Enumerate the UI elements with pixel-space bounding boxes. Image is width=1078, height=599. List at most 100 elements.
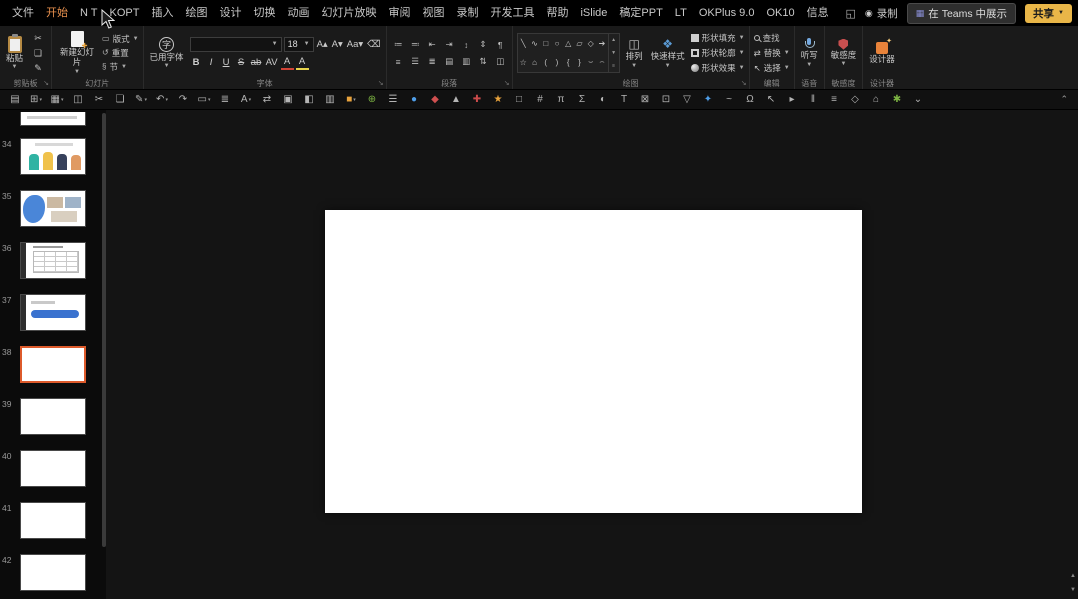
character-spacing-button[interactable]: AV (265, 56, 279, 70)
qat-icon-16[interactable]: ▥ (320, 92, 340, 108)
menu-tab[interactable]: 插入 (145, 0, 179, 26)
section-button[interactable]: § 节 ▼ (102, 61, 139, 73)
format-painter-button[interactable]: ✎ (29, 62, 47, 75)
paragraph-button[interactable]: ↕ (459, 38, 474, 51)
strikethrough-button[interactable]: S (235, 56, 248, 70)
qat-icon-35[interactable]: ~ (719, 92, 739, 108)
qat-icon-38[interactable]: ▸ (782, 92, 802, 108)
sensitivity-button[interactable]: 敏感度 ▼ (829, 29, 859, 77)
slide-thumbnail-40[interactable] (20, 450, 86, 487)
qat-icon-11[interactable]: ≣ (215, 92, 235, 108)
qat-icon-6[interactable]: ❏ (110, 92, 130, 108)
qat-icon-31[interactable]: ⊠ (635, 92, 655, 108)
shape-cell-13[interactable]: { (567, 58, 570, 67)
shape-cell-16[interactable]: ⌢ (599, 57, 604, 67)
shape-cell-6[interactable]: ▱ (576, 39, 582, 48)
menu-tab[interactable]: 帮助 (540, 0, 574, 26)
menu-tab[interactable]: 视图 (416, 0, 450, 26)
menu-tab[interactable]: 设计 (213, 0, 247, 26)
shape-gallery-more-icon[interactable]: ≡ (612, 63, 615, 69)
paragraph-button[interactable]: ≔ (391, 38, 406, 51)
paragraph-button[interactable]: ⇕ (476, 38, 491, 51)
slide-thumbnail-42[interactable] (20, 554, 86, 591)
qat-icon-14[interactable]: ▣ (278, 92, 298, 108)
slide-thumbnail-34[interactable] (20, 138, 86, 175)
menu-tab[interactable]: iSlide (574, 0, 613, 26)
slide-thumbnail-41[interactable] (20, 502, 86, 539)
copy-button[interactable]: ❏ (29, 47, 47, 60)
qat-icon-9[interactable]: ↷ (173, 92, 193, 108)
qat-icon-10[interactable]: ▭ ▾ (194, 92, 214, 108)
strikethrough-ab-button[interactable]: ab (250, 56, 263, 70)
share-button[interactable]: 共享 ▼ (1025, 3, 1072, 23)
menu-tab[interactable]: 切换 (247, 0, 281, 26)
shape-gallery-scrollbar[interactable]: ▲ ▼ ≡ (608, 33, 620, 73)
underline-button[interactable]: U (220, 56, 233, 70)
menu-tab[interactable]: OK10 (760, 0, 800, 26)
shape-cell-10[interactable]: ⌂ (532, 58, 537, 67)
qat-icon-34[interactable]: ✦ (698, 92, 718, 108)
shape-scroll-up-icon[interactable]: ▲ (611, 37, 616, 43)
qat-icon-27[interactable]: π (551, 92, 571, 108)
previous-slide-icon[interactable]: ▲ (1070, 573, 1076, 579)
shape-cell-11[interactable]: ( (544, 58, 547, 67)
shrink-font-button[interactable]: A▾ (331, 37, 344, 51)
qat-icon-3[interactable]: ▦ ▾ (47, 92, 67, 108)
quick-styles-button[interactable]: ❖ 快速样式 ▼ (649, 29, 687, 77)
record-button[interactable]: ◉ 录制 (865, 6, 898, 21)
qat-icon-39[interactable]: ‖ (803, 92, 823, 108)
qat-icon-30[interactable]: T (614, 92, 634, 108)
qat-icon-29[interactable]: ◐ (593, 92, 613, 108)
grow-font-button[interactable]: A▴ (316, 37, 329, 51)
paragraph-button[interactable]: ≣ (425, 55, 440, 68)
menu-tab[interactable]: 信息 (801, 0, 835, 26)
qat-icon-5[interactable]: ✂ (89, 92, 109, 108)
paragraph-button[interactable]: ▥ (459, 55, 474, 68)
italic-button[interactable]: I (205, 56, 218, 70)
menu-tab[interactable]: 稿定PPT (613, 0, 668, 26)
shape-cell-2[interactable]: ∿ (531, 39, 538, 48)
bold-button[interactable]: B (190, 56, 203, 70)
qat-icon-37[interactable]: ↖ (761, 92, 781, 108)
paragraph-button[interactable]: ⇥ (442, 38, 457, 51)
paragraph-button[interactable]: ≕ (408, 38, 423, 51)
menu-tab[interactable]: 录制 (450, 0, 484, 26)
qat-icon-13[interactable]: ⇄ (257, 92, 277, 108)
paragraph-button[interactable]: ≡ (391, 55, 406, 68)
qat-icon-15[interactable]: ◧ (299, 92, 319, 108)
current-slide[interactable] (325, 210, 862, 513)
font-color-button[interactable]: A (280, 56, 294, 70)
qat-icon-26[interactable]: # (530, 92, 550, 108)
clipboard-dialog-launcher[interactable]: ↘ (43, 78, 49, 89)
font-size-combobox[interactable]: 18 ▼ (283, 36, 314, 52)
used-font-button[interactable]: 字 已用字体 ▼ (148, 29, 186, 77)
layout-button[interactable]: ▭ 版式 ▼ (102, 33, 139, 45)
qat-icon-7[interactable]: ✎ ▾ (131, 92, 151, 108)
change-case-button[interactable]: Aa▾ (346, 37, 364, 51)
shape-cell-1[interactable]: ╲ (521, 39, 526, 48)
shape-outline-button[interactable]: 形状轮廓 ▼ (690, 47, 745, 59)
designer-button[interactable]: 设计器 (867, 29, 897, 77)
qat-icon-17[interactable]: ■ ▾ (341, 92, 361, 108)
shape-cell-5[interactable]: △ (565, 39, 571, 48)
qat-icon-43[interactable]: ✱ (887, 92, 907, 108)
select-button[interactable]: ↖ 选择 ▼ (754, 62, 790, 74)
qat-icon-24[interactable]: ★ (488, 92, 508, 108)
present-in-teams-button[interactable]: ▦ 在 Teams 中展示 (906, 2, 1017, 24)
shape-effects-button[interactable]: 形状效果 ▼ (690, 62, 745, 74)
collapse-ribbon-icon[interactable]: ⌃ (1055, 94, 1073, 105)
qat-icon-41[interactable]: ◇ (845, 92, 865, 108)
new-slide-button[interactable]: 新建幻灯片 ▼ (56, 29, 98, 77)
drawing-dialog-launcher[interactable]: ↘ (741, 78, 747, 89)
shape-fill-button[interactable]: 形状填充 ▼ (690, 32, 745, 44)
qat-icon-4[interactable]: ◫ (68, 92, 88, 108)
next-slide-icon[interactable]: ▼ (1070, 587, 1076, 593)
qat-icon-21[interactable]: ◆ (425, 92, 445, 108)
paragraph-button[interactable]: ☰ (408, 55, 423, 68)
qat-icon-12[interactable]: A ▾ (236, 92, 256, 108)
menu-tab[interactable]: 绘图 (179, 0, 213, 26)
paragraph-button[interactable]: ¶ (493, 38, 508, 51)
ribbon-display-options-icon[interactable]: ◱ (846, 7, 856, 20)
qat-icon-19[interactable]: ☰ (383, 92, 403, 108)
qat-icon-8[interactable]: ↶ ▾ (152, 92, 172, 108)
